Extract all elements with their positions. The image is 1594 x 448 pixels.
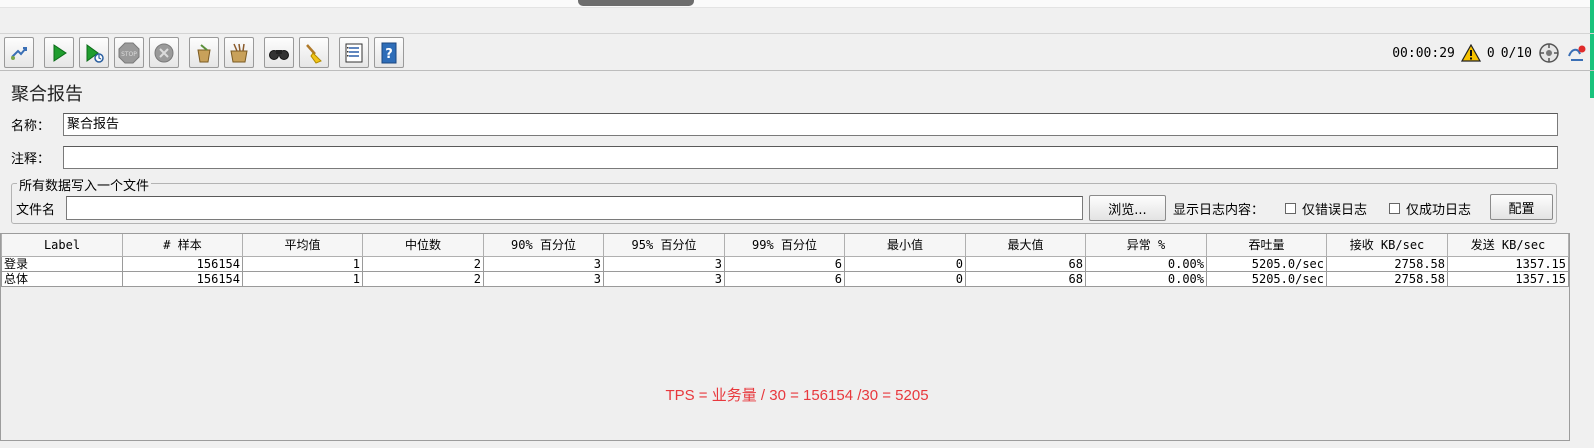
table-cell: 5205.0/sec: [1206, 270, 1327, 287]
table-cell: 登录: [1, 255, 123, 272]
column-header[interactable]: 99% 百分位: [724, 234, 845, 257]
stop-icon: STOP: [118, 42, 140, 63]
results-table-area: Label # 样本 平均值 中位数 90% 百分位 95% 百分位 99% 百分位 最小值最…: [0, 233, 1570, 441]
column-header[interactable]: 最大值: [965, 234, 1086, 257]
warning-icon[interactable]: [1460, 44, 1481, 62]
table-row[interactable]: 登录 156154 1 2 3 3 6 0 68 0.00% 5205.0/sec 2758.58 13…: [1, 255, 1569, 272]
window-top-strip: [0, 0, 1594, 8]
list-icon: [345, 43, 363, 62]
table-cell: 0: [844, 270, 966, 287]
write-results-legend: 所有数据写入一个文件: [17, 175, 152, 194]
column-header[interactable]: Label: [1, 234, 123, 257]
table-cell: 0.00%: [1085, 255, 1207, 272]
thread-count: 0/10: [1500, 45, 1532, 61]
search-icon: [269, 49, 289, 60]
column-header[interactable]: 95% 百分位: [603, 234, 725, 257]
log-viewer-icon[interactable]: [1566, 42, 1588, 64]
start-button[interactable]: [44, 37, 74, 68]
clear-all-button[interactable]: [224, 37, 254, 68]
search-button[interactable]: [264, 37, 294, 68]
success-only-checkbox[interactable]: [1389, 203, 1400, 214]
table-cell: 1: [242, 270, 363, 287]
stop-button[interactable]: STOP: [114, 37, 144, 68]
table-cell: 2: [362, 270, 484, 287]
help-button[interactable]: ?: [374, 37, 404, 68]
table-cell: 1: [242, 255, 363, 272]
name-field[interactable]: 聚合报告: [63, 113, 1558, 136]
table-cell: 0.00%: [1085, 270, 1207, 287]
svg-text:STOP: STOP: [121, 51, 137, 58]
comment-field[interactable]: [63, 146, 1558, 169]
window-tab-handle: [578, 0, 694, 6]
help-icon: ?: [381, 42, 397, 63]
svg-text:?: ?: [385, 47, 393, 62]
shutdown-button[interactable]: [149, 37, 179, 68]
comment-label: 注释：: [11, 152, 51, 167]
elapsed-timer: 00:00:29: [1392, 45, 1455, 61]
column-header[interactable]: 发送 KB/sec: [1447, 234, 1569, 257]
table-cell: 6: [724, 255, 845, 272]
column-header[interactable]: # 样本: [122, 234, 243, 257]
aggregate-report-table: Label # 样本 平均值 中位数 90% 百分位 95% 百分位 99% 百分位 最小值最…: [1, 234, 1569, 287]
table-cell: 1357.15: [1447, 255, 1569, 272]
warning-count: 0: [1486, 45, 1495, 61]
success-only-label: 仅成功日志: [1406, 203, 1472, 218]
page-title: 聚合报告: [11, 84, 83, 105]
table-cell: 3: [603, 255, 725, 272]
shutdown-icon: [154, 43, 174, 62]
table-cell: 2758.58: [1326, 270, 1448, 287]
column-header[interactable]: 平均值: [242, 234, 363, 257]
start-no-pauses-button[interactable]: [79, 37, 109, 68]
table-body: 登录 156154 1 2 3 3 6 0 68 0.00% 5205.0/sec 2758.58 13…: [1, 255, 1569, 287]
table-cell: 156154: [122, 255, 243, 272]
table-cell: 5205.0/sec: [1206, 255, 1327, 272]
table-cell: 2758.58: [1326, 255, 1448, 272]
column-header[interactable]: 吞吐量: [1206, 234, 1327, 257]
table-cell: 1357.15: [1447, 270, 1569, 287]
table-row[interactable]: 总体 156154 1 2 3 3 6 0 68 0.00% 5205.0/sec 2758.58 13…: [1, 270, 1569, 287]
configure-button[interactable]: 配置: [1490, 194, 1553, 220]
column-header[interactable]: 中位数: [362, 234, 484, 257]
table-cell: 68: [965, 270, 1086, 287]
name-label: 名称：: [11, 119, 51, 134]
table-cell: 6: [724, 270, 845, 287]
reset-search-button[interactable]: [299, 37, 329, 68]
toolbar: STOP ? 00:00:29 0 0/10: [0, 33, 1594, 71]
clear-all-icon: [230, 43, 248, 62]
remote-status-icon[interactable]: [1538, 42, 1560, 64]
column-header[interactable]: 接收 KB/sec: [1326, 234, 1448, 257]
start-no-pauses-icon: [86, 43, 104, 63]
log-content-label: 显示日志内容：: [1173, 203, 1265, 218]
template-button[interactable]: [4, 37, 34, 68]
table-cell: 3: [483, 270, 604, 287]
table-header-row: Label # 样本 平均值 中位数 90% 百分位 95% 百分位 99% 百分位 最小值最…: [1, 234, 1569, 257]
run-status: 00:00:29 0 0/10: [1392, 38, 1588, 68]
clear-icon: [197, 43, 211, 62]
broom-icon: [306, 43, 322, 64]
start-icon: [53, 43, 67, 62]
errors-only-label: 仅错误日志: [1302, 203, 1368, 218]
table-cell: 68: [965, 255, 1086, 272]
table-cell: 3: [603, 270, 725, 287]
template-icon: [11, 46, 27, 60]
filename-field[interactable]: [66, 196, 1083, 220]
table-cell: 2: [362, 255, 484, 272]
table-cell: 总体: [1, 270, 123, 287]
filename-label: 文件名: [16, 203, 56, 218]
table-cell: 0: [844, 255, 966, 272]
function-helper-button[interactable]: [339, 37, 369, 68]
table-cell: 3: [483, 255, 604, 272]
clear-button[interactable]: [189, 37, 219, 68]
browse-button[interactable]: 浏览...: [1089, 195, 1166, 221]
table-cell: 156154: [122, 270, 243, 287]
tps-annotation: TPS = 业务量 / 30 = 156154 /30 = 5205: [665, 387, 929, 404]
errors-only-checkbox[interactable]: [1285, 203, 1296, 214]
column-header[interactable]: 90% 百分位: [483, 234, 604, 257]
column-header[interactable]: 异常 %: [1085, 234, 1207, 257]
column-header[interactable]: 最小值: [844, 234, 966, 257]
